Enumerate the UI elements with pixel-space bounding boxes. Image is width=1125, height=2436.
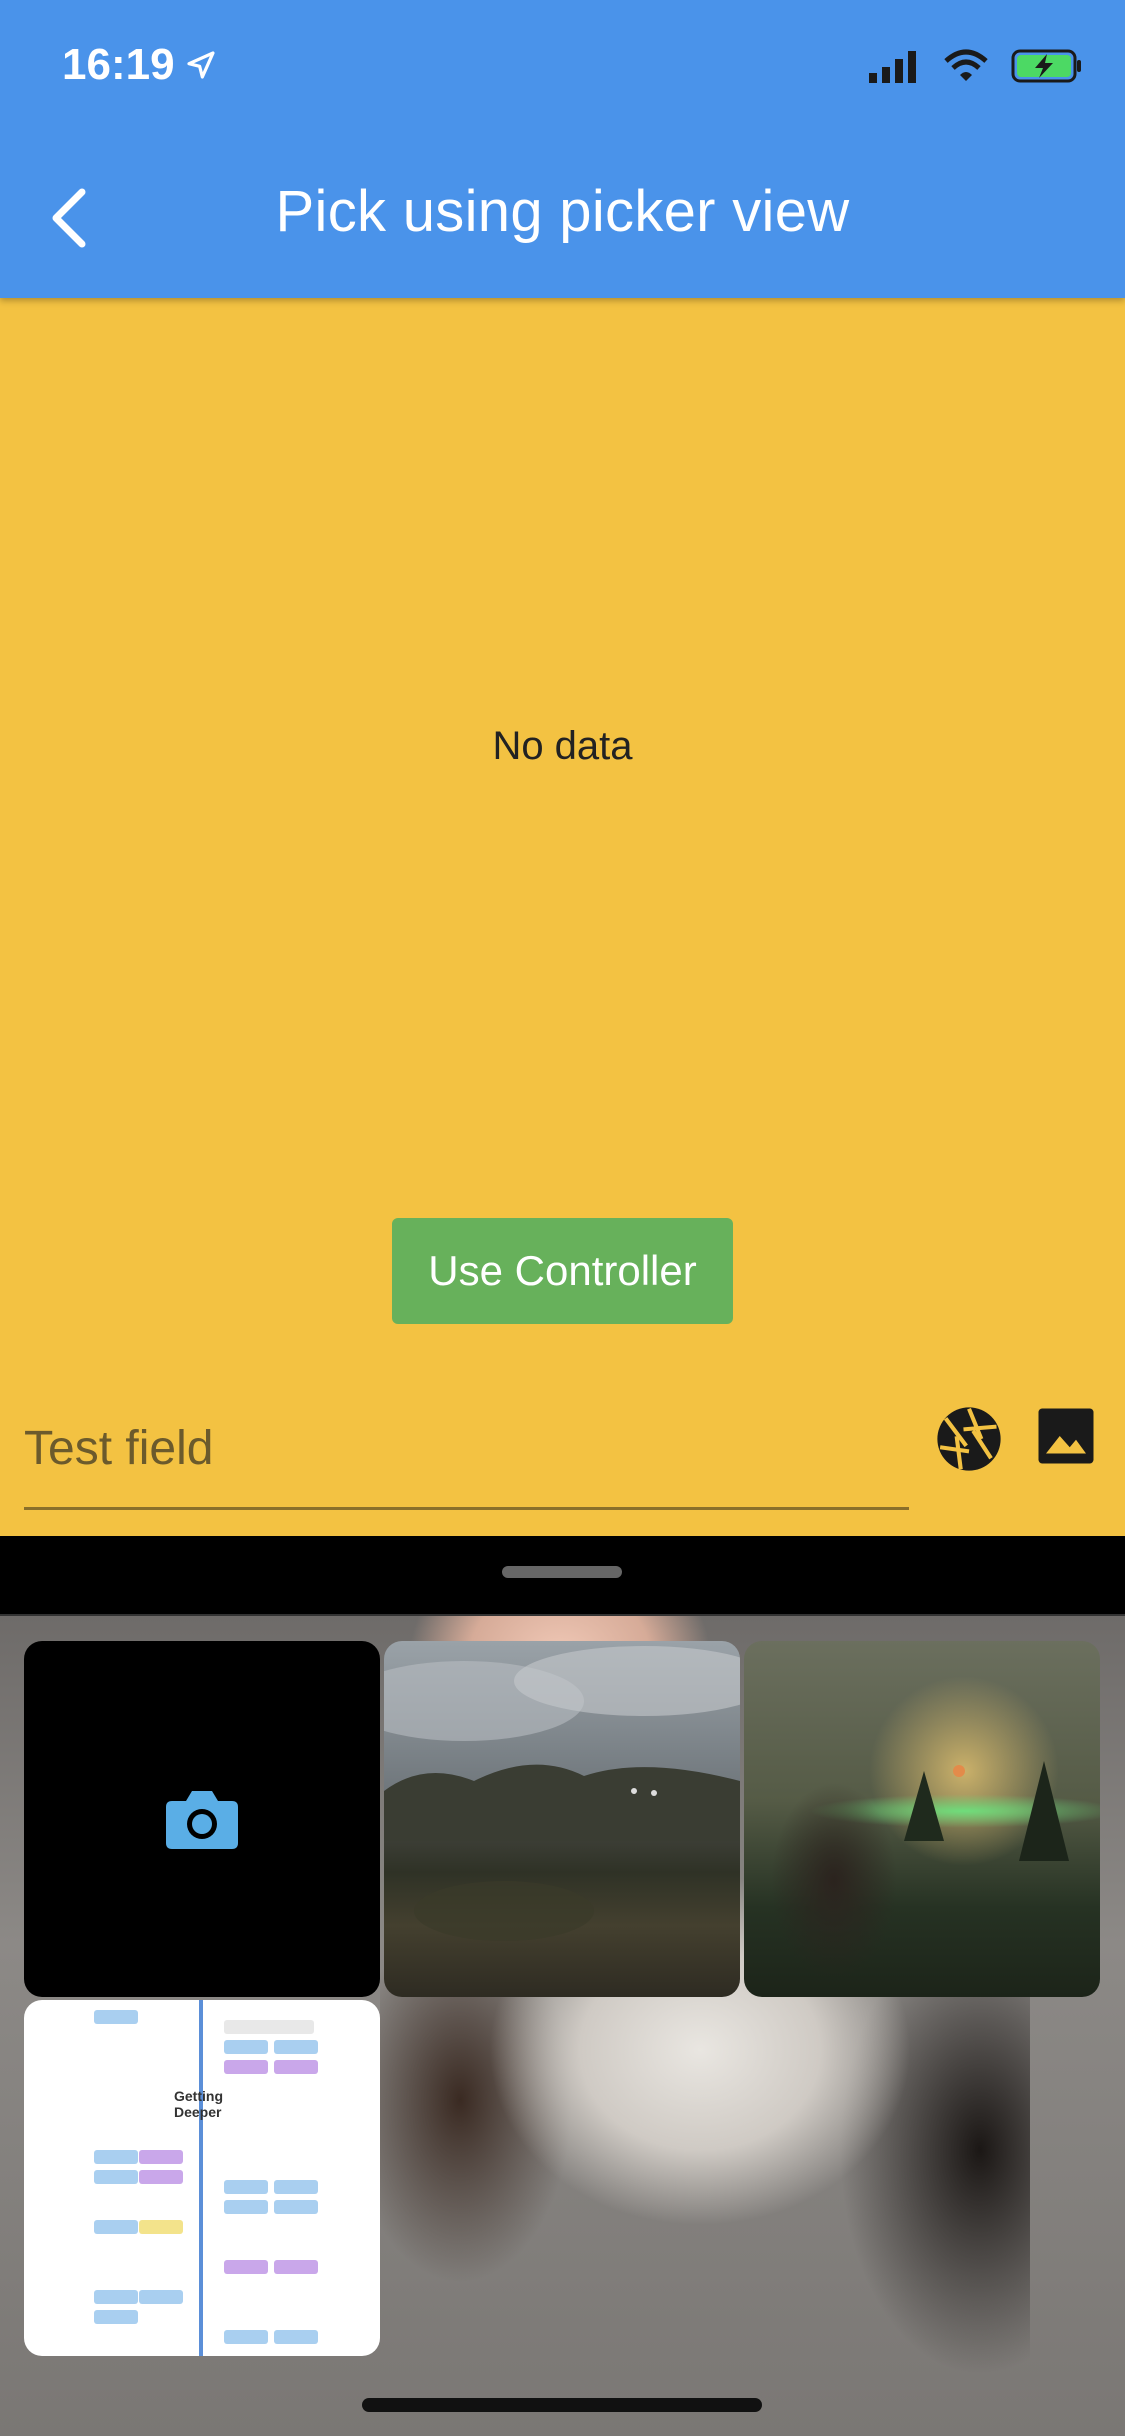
status-time: 16:19 — [62, 40, 217, 90]
status-time-text: 16:19 — [62, 40, 175, 89]
use-controller-button[interactable]: Use Controller — [392, 1218, 733, 1324]
page-title: Pick using picker view — [275, 179, 850, 244]
test-field-wrapper — [24, 1390, 909, 1510]
status-icons — [869, 48, 1083, 84]
app-bar: 16:19 Pick using picker view — [0, 0, 1125, 298]
camera-tile[interactable] — [24, 1641, 380, 1997]
empty-state-text: No data — [492, 724, 633, 768]
photo-tile-night[interactable] — [744, 1641, 1100, 1997]
image-icon[interactable] — [1036, 1406, 1096, 1466]
photo-tile-landscape[interactable] — [384, 1641, 740, 1997]
picker-sheet-header[interactable] — [0, 1536, 1125, 1616]
doc-heading: Getting Deeper — [174, 2088, 223, 2120]
battery-charging-icon — [1011, 49, 1081, 83]
night-photo — [904, 1761, 1069, 1861]
test-field-input[interactable] — [24, 1390, 909, 1507]
camera-icon — [166, 1791, 238, 1849]
aperture-icon[interactable] — [936, 1406, 1002, 1472]
cellular-signal-icon — [869, 51, 916, 83]
location-arrow-icon — [186, 51, 215, 79]
landscape-photo — [384, 1646, 740, 1941]
drag-handle[interactable] — [502, 1566, 622, 1578]
wifi-icon — [944, 49, 988, 81]
content-area: No data Use Controller — [0, 298, 1125, 1536]
home-indicator — [362, 2398, 762, 2412]
photo-tile-document[interactable]: Getting Deeper — [24, 2000, 380, 2356]
